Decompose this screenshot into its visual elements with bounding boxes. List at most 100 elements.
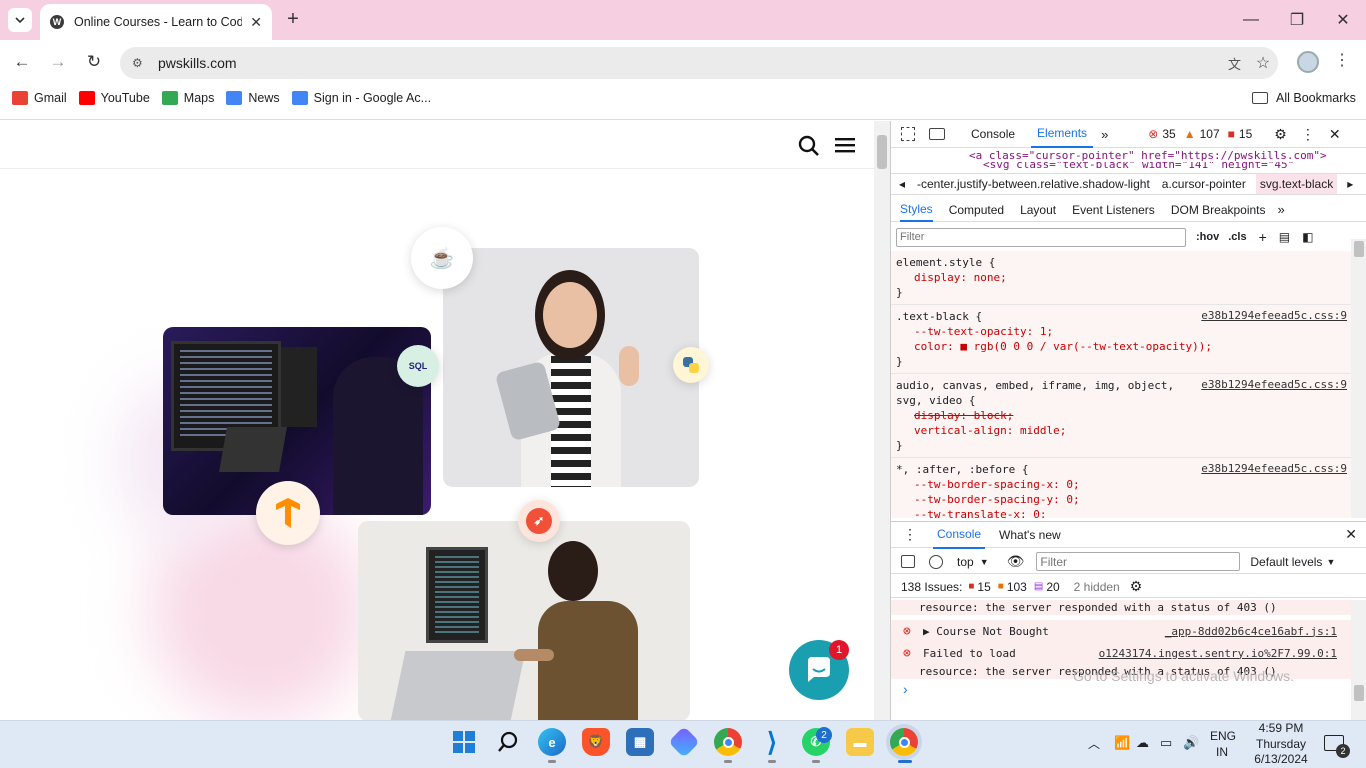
css-property[interactable]: --tw-border-spacing-y: 0; bbox=[896, 492, 1346, 507]
breadcrumb-item[interactable]: -center.justify-between.relative.shadow-… bbox=[917, 177, 1150, 191]
restore-button[interactable]: ❐ bbox=[1274, 0, 1320, 40]
profile-avatar[interactable] bbox=[1297, 51, 1319, 73]
info-count-icon[interactable]: ■ bbox=[1228, 127, 1235, 141]
forward-button[interactable]: → bbox=[46, 50, 70, 74]
tab-elements[interactable]: Elements bbox=[1031, 120, 1094, 148]
show-hidden-icons-icon[interactable]: ︿ bbox=[1088, 735, 1100, 752]
inspect-element-icon[interactable] bbox=[901, 127, 915, 141]
minimize-button[interactable]: — bbox=[1228, 0, 1274, 40]
issue-error-count[interactable]: 15 bbox=[977, 580, 990, 594]
volume-icon[interactable]: 🔊 bbox=[1183, 735, 1199, 751]
css-rule[interactable]: element.style {display: none;} bbox=[891, 251, 1351, 305]
css-rule[interactable]: *, :after, :before {--tw-border-spacing-… bbox=[891, 458, 1351, 518]
cls-toggle[interactable]: .cls bbox=[1228, 231, 1246, 243]
css-source-link[interactable]: e38b1294efeead5c.css:9 bbox=[1201, 309, 1347, 322]
scrollbar-thumb[interactable] bbox=[877, 135, 887, 169]
chevron-down-icon[interactable]: ▼ bbox=[1326, 557, 1335, 567]
css-source-link[interactable]: e38b1294efeead5c.css:9 bbox=[1201, 378, 1347, 391]
styles-filter-input[interactable] bbox=[896, 227, 1186, 247]
bookmark-star-icon[interactable]: ☆ bbox=[1248, 53, 1278, 73]
new-rule-icon[interactable]: + bbox=[1259, 229, 1267, 245]
reload-button[interactable]: ↻ bbox=[82, 50, 106, 74]
clock[interactable]: 4:59 PM Thursday 6/13/2024 bbox=[1246, 721, 1316, 768]
console-message[interactable]: resource: the server responded with a st… bbox=[891, 600, 1351, 615]
css-property[interactable]: vertical-align: middle; bbox=[896, 423, 1346, 438]
close-devtools-icon[interactable]: ✕ bbox=[1329, 126, 1341, 143]
issue-info-icon[interactable]: ▤ bbox=[1034, 581, 1043, 592]
error-count-icon[interactable]: ⊗ bbox=[1148, 127, 1158, 141]
drawer-menu-icon[interactable]: ⋮ bbox=[903, 526, 917, 543]
console-message[interactable]: ⊗ Failed to load o1243174.ingest.sentry.io… bbox=[891, 642, 1351, 664]
css-selector[interactable]: element.style { bbox=[896, 255, 1346, 270]
bookmark-google[interactable]: Sign in - Google Ac... bbox=[291, 91, 431, 105]
tab-search-button[interactable] bbox=[8, 8, 32, 32]
css-property[interactable]: --tw-border-spacing-x: 0; bbox=[896, 477, 1346, 492]
error-count[interactable]: 35 bbox=[1162, 127, 1175, 141]
tab-console[interactable]: Console bbox=[965, 127, 1021, 141]
new-tab-button[interactable]: + bbox=[282, 8, 304, 32]
css-property[interactable]: display: none; bbox=[896, 270, 1346, 285]
site-info-icon[interactable]: ⚙ bbox=[132, 56, 150, 70]
monitor-icon[interactable]: ▭ bbox=[1160, 735, 1172, 751]
sidebar-icon[interactable] bbox=[901, 555, 915, 568]
info-count[interactable]: 15 bbox=[1239, 127, 1252, 141]
devtools-menu-icon[interactable]: ⋮ bbox=[1301, 126, 1315, 143]
vpn-icon[interactable]: ☁ bbox=[1136, 735, 1149, 751]
css-property[interactable]: color: ■ rgb(0 0 0 / var(--tw-text-opaci… bbox=[896, 339, 1346, 354]
css-property[interactable]: --tw-translate-x: 0; bbox=[896, 507, 1346, 518]
browser-menu-icon[interactable]: ⋮ bbox=[1334, 50, 1350, 70]
subtab-layout[interactable]: Layout bbox=[1020, 203, 1056, 217]
subtab-event-listeners[interactable]: Event Listeners bbox=[1072, 203, 1155, 217]
drawer-tab-whats-new[interactable]: What's new bbox=[999, 528, 1061, 542]
bookmark-youtube[interactable]: YouTube bbox=[78, 91, 150, 105]
translate-icon[interactable]: 文 bbox=[1228, 54, 1248, 73]
subtab-computed[interactable]: Computed bbox=[949, 203, 1004, 217]
back-button[interactable]: ← bbox=[10, 50, 34, 74]
console-message[interactable]: ⊗ ▶ Course Not Bought _app-8dd02b6c4ce16ab… bbox=[891, 620, 1351, 642]
hamburger-menu-icon[interactable] bbox=[835, 137, 855, 153]
close-drawer-icon[interactable]: ✕ bbox=[1345, 526, 1357, 543]
hov-toggle[interactable]: :hov bbox=[1196, 231, 1219, 243]
eye-icon[interactable]: 👁 bbox=[1007, 553, 1025, 570]
subtab-styles[interactable]: Styles bbox=[900, 198, 933, 222]
styles-scrollbar[interactable] bbox=[1351, 239, 1366, 518]
chrome-active-icon[interactable] bbox=[890, 728, 918, 756]
language-indicator[interactable]: ENG IN bbox=[1210, 729, 1236, 759]
console-prompt[interactable]: › bbox=[903, 681, 908, 697]
page-scrollbar[interactable] bbox=[874, 121, 890, 720]
scrollbar-thumb[interactable] bbox=[1354, 685, 1364, 701]
issue-warning-icon[interactable]: ■ bbox=[998, 581, 1004, 592]
breadcrumb-right-icon[interactable]: ▸ bbox=[1347, 177, 1353, 191]
windows-start-icon[interactable] bbox=[450, 728, 478, 756]
dom-tree-line[interactable]: <svg class="text-black" width="141" heig… bbox=[891, 162, 1366, 172]
breadcrumb-item[interactable]: a.cursor-pointer bbox=[1162, 177, 1246, 191]
chrome-icon[interactable] bbox=[714, 728, 742, 756]
scrollbar-thumb[interactable] bbox=[1354, 241, 1364, 257]
console-settings-icon[interactable]: ⚙ bbox=[1130, 578, 1143, 595]
network-icon[interactable]: 📶 bbox=[1114, 735, 1130, 751]
paint-icon[interactable]: ▤ bbox=[1279, 230, 1290, 244]
bookmark-maps[interactable]: Maps bbox=[161, 91, 214, 105]
chevron-down-icon[interactable]: ▼ bbox=[980, 557, 989, 567]
css-rule[interactable]: .text-black {--tw-text-opacity: 1; color:… bbox=[891, 305, 1351, 374]
control-panel-icon[interactable]: ▦ bbox=[626, 728, 654, 756]
bookmark-news[interactable]: News bbox=[226, 91, 280, 105]
console-scrollbar[interactable] bbox=[1351, 600, 1366, 720]
dom-tree-line[interactable]: <a class="cursor-pointer" href="https://… bbox=[891, 148, 1366, 162]
url-text[interactable]: pwskills.com bbox=[158, 55, 237, 71]
breadcrumb-left-icon[interactable]: ◂ bbox=[899, 177, 913, 191]
brave-icon[interactable]: 🦁 bbox=[582, 728, 610, 756]
dom-node-anchor[interactable]: <a class="cursor-pointer" href="https://… bbox=[969, 149, 1327, 162]
levels-dropdown[interactable]: Default levels bbox=[1250, 555, 1322, 569]
clear-console-icon[interactable] bbox=[929, 554, 943, 569]
subtab-dom-breakpoints[interactable]: DOM Breakpoints bbox=[1171, 203, 1266, 217]
sidebar-toggle-icon[interactable]: ◧ bbox=[1302, 230, 1313, 244]
css-property[interactable]: --tw-text-opacity: 1; bbox=[896, 324, 1346, 339]
address-bar[interactable]: ⚙ pwskills.com 文 ☆ bbox=[120, 47, 1278, 79]
console-filter-input[interactable] bbox=[1036, 552, 1241, 571]
more-tabs-icon[interactable]: » bbox=[1101, 127, 1108, 142]
css-source-link[interactable]: e38b1294efeead5c.css:9 bbox=[1201, 462, 1347, 475]
close-tab-icon[interactable]: ✕ bbox=[250, 14, 262, 31]
close-window-button[interactable]: ✕ bbox=[1320, 0, 1366, 40]
issue-error-icon[interactable]: ■ bbox=[968, 581, 974, 592]
